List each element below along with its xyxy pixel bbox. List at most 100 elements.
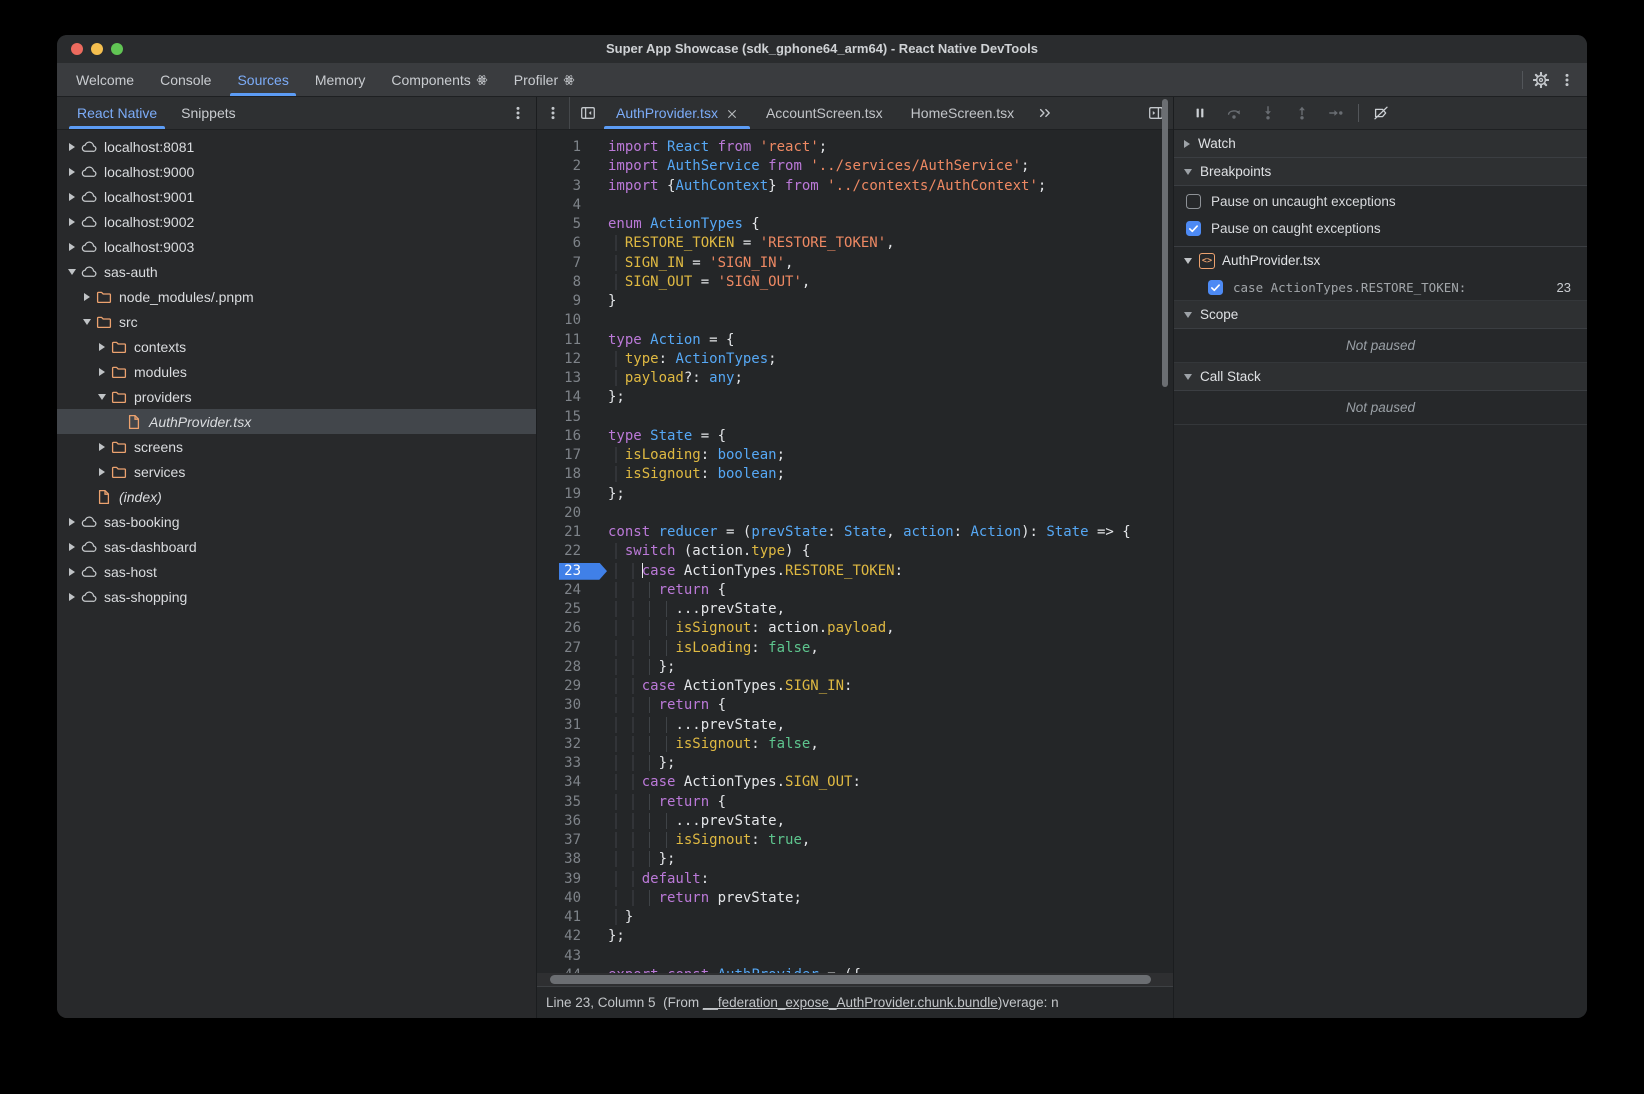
code-line[interactable]: 10 (537, 311, 1173, 330)
line-gutter[interactable]: 14 (537, 388, 607, 407)
code-line[interactable]: 33 }; (537, 754, 1173, 773)
editor-tab-accountscreen-tsx[interactable]: AccountScreen.tsx (752, 97, 897, 129)
minimize-window-icon[interactable] (91, 43, 103, 55)
code-line[interactable]: 2import AuthService from '../services/Au… (537, 157, 1173, 176)
tree-item-sas-shopping[interactable]: sas-shopping (57, 584, 536, 609)
code-editor[interactable]: 1import React from 'react';2import AuthS… (537, 130, 1173, 973)
maximize-window-icon[interactable] (111, 43, 123, 55)
code-line[interactable]: 15 (537, 408, 1173, 427)
code-line[interactable]: 30 return { (537, 696, 1173, 715)
line-gutter[interactable]: 1 (537, 138, 607, 157)
editor-tab-homescreen-tsx[interactable]: HomeScreen.tsx (897, 97, 1028, 129)
horizontal-scrollbar-thumb[interactable] (550, 975, 1151, 984)
chevron-right-icon[interactable] (65, 143, 79, 151)
tree-item-providers[interactable]: providers (57, 384, 536, 409)
editor-tabs-overflow-button[interactable] (1028, 97, 1062, 129)
code-line[interactable]: 17 isLoading: boolean; (537, 446, 1173, 465)
line-gutter[interactable]: 37 (537, 831, 607, 850)
code-line[interactable]: 43 (537, 947, 1173, 966)
code-line[interactable]: 25 ...prevState, (537, 600, 1173, 619)
line-gutter[interactable]: 31 (537, 716, 607, 735)
chevron-right-icon[interactable] (65, 193, 79, 201)
tree-item-sas-booking[interactable]: sas-booking (57, 509, 536, 534)
code-line[interactable]: 9} (537, 292, 1173, 311)
code-line[interactable]: 38 }; (537, 850, 1173, 869)
line-gutter[interactable]: 16 (537, 427, 607, 446)
code-line[interactable]: 37 isSignout: true, (537, 831, 1173, 850)
main-tab-profiler[interactable]: Profiler (501, 63, 588, 96)
line-gutter[interactable]: 40 (537, 889, 607, 908)
tree-item-services[interactable]: services (57, 459, 536, 484)
vertical-scrollbar[interactable] (1162, 99, 1168, 387)
line-gutter[interactable]: 33 (537, 754, 607, 773)
line-gutter[interactable]: 18 (537, 465, 607, 484)
tree-item-contexts[interactable]: contexts (57, 334, 536, 359)
main-tab-sources[interactable]: Sources (224, 63, 301, 96)
tree-item-localhost-8081[interactable]: localhost:8081 (57, 134, 536, 159)
close-icon[interactable] (726, 107, 738, 119)
line-gutter[interactable]: 21 (537, 523, 607, 542)
tree-item-localhost-9002[interactable]: localhost:9002 (57, 209, 536, 234)
tree-item-src[interactable]: src (57, 309, 536, 334)
line-gutter[interactable]: 6 (537, 234, 607, 253)
line-gutter[interactable]: 28 (537, 658, 607, 677)
breakpoints-section-header[interactable]: Breakpoints (1174, 158, 1587, 186)
chevron-down-icon[interactable] (65, 269, 79, 275)
tree-item-localhost-9001[interactable]: localhost:9001 (57, 184, 536, 209)
code-line[interactable]: 27 isLoading: false, (537, 639, 1173, 658)
code-line[interactable]: 8 SIGN_OUT = 'SIGN_OUT', (537, 273, 1173, 292)
gear-icon[interactable] (1533, 72, 1549, 88)
code-line[interactable]: 28 }; (537, 658, 1173, 677)
line-gutter[interactable]: 17 (537, 446, 607, 465)
navigator-tab-snippets[interactable]: Snippets (169, 97, 247, 129)
tree-item-localhost-9000[interactable]: localhost:9000 (57, 159, 536, 184)
chevron-right-icon[interactable] (95, 468, 109, 476)
line-gutter[interactable]: 9 (537, 292, 607, 311)
tree-item-authprovider-tsx[interactable]: AuthProvider.tsx (57, 409, 536, 434)
checkbox-unchecked[interactable] (1186, 194, 1201, 209)
chevron-down-icon[interactable] (80, 319, 94, 325)
line-gutter[interactable]: 3 (537, 177, 607, 196)
line-gutter[interactable]: 7 (537, 254, 607, 273)
line-gutter[interactable]: 35 (537, 793, 607, 812)
chevron-right-icon[interactable] (65, 518, 79, 526)
main-tab-console[interactable]: Console (147, 63, 224, 96)
main-tab-components[interactable]: Components (378, 63, 500, 96)
code-line[interactable]: 29 case ActionTypes.SIGN_IN: (537, 677, 1173, 696)
chevron-right-icon[interactable] (65, 168, 79, 176)
chevron-right-icon[interactable] (65, 243, 79, 251)
navigator-menu[interactable] (510, 97, 536, 129)
code-line[interactable]: 34 case ActionTypes.SIGN_OUT: (537, 773, 1173, 792)
code-line[interactable]: 42}; (537, 927, 1173, 946)
line-gutter[interactable]: 41 (537, 908, 607, 927)
chevron-right-icon[interactable] (95, 368, 109, 376)
line-gutter[interactable]: 26 (537, 619, 607, 638)
more-vert-icon[interactable] (1559, 72, 1575, 88)
code-line[interactable]: 26 isSignout: action.payload, (537, 619, 1173, 638)
line-gutter[interactable]: 13 (537, 369, 607, 388)
chevron-right-icon[interactable] (80, 293, 94, 301)
code-line[interactable]: 22 switch (action.type) { (537, 542, 1173, 561)
exception-option[interactable]: Pause on caught exceptions (1174, 215, 1587, 242)
code-line[interactable]: 14}; (537, 388, 1173, 407)
breakpoint-file-group[interactable]: <> AuthProvider.tsx (1174, 247, 1587, 274)
editor-tab-authprovider-tsx[interactable]: AuthProvider.tsx (602, 97, 752, 129)
line-gutter[interactable]: 23 (537, 562, 607, 581)
line-gutter[interactable]: 27 (537, 639, 607, 658)
line-gutter[interactable]: 30 (537, 696, 607, 715)
tree-item-node-modules-pnpm[interactable]: node_modules/.pnpm (57, 284, 536, 309)
watch-section-header[interactable]: Watch (1174, 130, 1587, 158)
code-line[interactable]: 13 payload?: any; (537, 369, 1173, 388)
bundle-link[interactable]: __federation_expose_AuthProvider.chunk.b… (703, 995, 998, 1010)
line-gutter[interactable]: 38 (537, 850, 607, 869)
line-gutter[interactable]: 2 (537, 157, 607, 176)
line-gutter[interactable]: 34 (537, 773, 607, 792)
main-tab-welcome[interactable]: Welcome (63, 63, 147, 96)
line-gutter[interactable]: 12 (537, 350, 607, 369)
deactivate-breakpoints-button[interactable] (1373, 105, 1389, 121)
line-gutter[interactable]: 25 (537, 600, 607, 619)
tree-item-localhost-9003[interactable]: localhost:9003 (57, 234, 536, 259)
code-line[interactable]: 32 isSignout: false, (537, 735, 1173, 754)
code-line[interactable]: 3import {AuthContext} from '../contexts/… (537, 177, 1173, 196)
line-gutter[interactable]: 8 (537, 273, 607, 292)
